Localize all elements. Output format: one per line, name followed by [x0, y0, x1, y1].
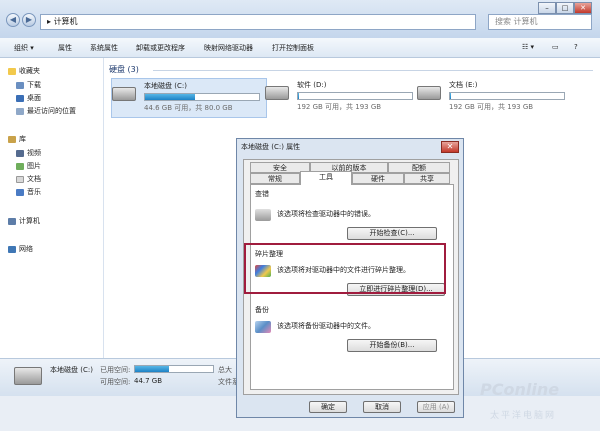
downloads-icon — [16, 82, 24, 89]
start-check-button[interactable]: 开始检查(C)... — [347, 227, 437, 240]
details-usage-bar — [134, 365, 214, 373]
dialog-close-button[interactable]: ✕ — [441, 141, 459, 153]
preview-pane-icon[interactable]: ▭ — [552, 43, 559, 51]
watermark-brand: PConline — [480, 380, 560, 399]
maximize-button[interactable]: □ — [556, 2, 574, 14]
tab-hardware[interactable]: 硬件 — [352, 173, 404, 184]
tab-quota[interactable]: 配额 — [388, 162, 450, 173]
sidebar-item-videos[interactable]: 视频 — [16, 148, 41, 159]
drive-name: 本地磁盘 (C:) — [144, 82, 187, 90]
star-icon — [8, 68, 16, 75]
backup-description: 该选项将备份驱动器中的文件。 — [277, 322, 375, 330]
documents-icon — [16, 176, 24, 183]
pictures-icon — [16, 163, 24, 170]
details-free-label: 可用空间: — [100, 378, 131, 386]
address-bar[interactable]: ▸ 计算机 — [40, 14, 476, 30]
hard-drive-icon — [265, 86, 289, 100]
drive-tile-c[interactable]: 本地磁盘 (C:) 44.6 GB 可用，共 80.0 GB — [111, 78, 267, 118]
sidebar-item-desktop[interactable]: 桌面 — [16, 93, 41, 104]
hard-drive-icon — [112, 87, 136, 101]
recent-places-icon — [16, 108, 24, 115]
cancel-button[interactable]: 取消 — [363, 401, 401, 413]
music-icon — [16, 189, 24, 196]
organize-menu[interactable]: 组织 ▾ — [14, 43, 34, 53]
watermark-sub: 太平洋电脑网 — [490, 411, 557, 421]
hard-drive-icon — [14, 367, 42, 385]
navigation-pane: 收藏夹 下载 桌面 最近访问的位置 库 视频 图片 文档 音乐 计算机 网络 — [0, 58, 104, 358]
start-backup-button[interactable]: 开始备份(B)... — [347, 339, 437, 352]
section-title-hard-drives: 硬盘 (3) — [109, 65, 139, 74]
sidebar-item-recent[interactable]: 最近访问的位置 — [16, 106, 76, 117]
back-button[interactable]: ◀ — [6, 13, 20, 27]
control-panel-button[interactable]: 打开控制面板 — [272, 43, 314, 53]
system-properties-button[interactable]: 系统属性 — [90, 43, 118, 53]
watermark-logo: PConline 太平洋电脑网 — [476, 378, 596, 428]
drive-info: 192 GB 可用，共 193 GB — [449, 103, 534, 111]
breadcrumb-computer[interactable]: 计算机 — [54, 17, 78, 26]
forward-button[interactable]: ▶ — [22, 13, 36, 27]
computer-icon — [8, 218, 16, 225]
drive-usage-fill — [145, 94, 196, 100]
backup-group-title: 备份 — [255, 306, 269, 314]
details-total-label: 总大 — [218, 366, 232, 374]
backup-icon — [255, 321, 271, 333]
properties-button[interactable]: 属性 — [58, 43, 72, 53]
highlight-box — [244, 243, 446, 294]
section-divider — [153, 70, 593, 71]
sidebar-item-library[interactable]: 库 — [8, 134, 26, 145]
library-icon — [8, 136, 16, 143]
drive-tile-e[interactable]: 文档 (E:) 192 GB 可用，共 193 GB — [417, 78, 573, 118]
video-icon — [16, 150, 24, 157]
drive-tile-d[interactable]: 软件 (D:) 192 GB 可用，共 193 GB — [265, 78, 421, 118]
map-drive-button[interactable]: 映射网络驱动器 — [204, 43, 253, 53]
tab-general[interactable]: 常规 — [250, 173, 300, 184]
drive-usage-bar — [144, 93, 260, 101]
sidebar-item-computer[interactable]: 计算机 — [8, 216, 40, 227]
tab-tools[interactable]: 工具 — [300, 171, 352, 185]
drive-usage-bar — [449, 92, 565, 100]
network-icon — [8, 246, 16, 253]
ok-button[interactable]: 确定 — [309, 401, 347, 413]
sidebar-item-favorites[interactable]: 收藏夹 — [8, 66, 40, 77]
view-options-icon[interactable]: ☷ ▾ — [522, 43, 534, 51]
breadcrumb-arrow: ▸ — [47, 17, 52, 26]
details-free-value: 44.7 GB — [134, 377, 163, 385]
dialog-title: 本地磁盘 (C:) 属性 — [241, 143, 301, 151]
details-usage-fill — [135, 366, 170, 372]
close-button[interactable]: ✕ — [574, 2, 592, 14]
details-drive-name: 本地磁盘 (C:) — [50, 366, 93, 374]
sidebar-item-downloads[interactable]: 下载 — [16, 80, 41, 91]
search-input[interactable]: 搜索 计算机 — [488, 14, 592, 30]
uninstall-button[interactable]: 卸载或更改程序 — [136, 43, 185, 53]
drive-info: 192 GB 可用，共 193 GB — [297, 103, 382, 111]
explorer-title-bar: ◀ ▶ ▸ 计算机 搜索 计算机 – □ ✕ — [0, 0, 600, 38]
tab-sharing[interactable]: 共享 — [404, 173, 450, 184]
sidebar-item-documents[interactable]: 文档 — [16, 174, 41, 185]
hard-drive-icon — [417, 86, 441, 100]
apply-button[interactable]: 应用 (A) — [417, 401, 455, 413]
drive-name: 软件 (D:) — [297, 81, 327, 89]
drive-usage-fill — [450, 93, 452, 99]
help-icon[interactable]: ? — [574, 43, 578, 51]
drive-usage-bar — [297, 92, 413, 100]
command-bar: 组织 ▾ 属性 系统属性 卸载或更改程序 映射网络驱动器 打开控制面板 ☷ ▾ … — [0, 38, 600, 58]
sidebar-item-music[interactable]: 音乐 — [16, 187, 41, 198]
drive-usage-fill — [298, 93, 300, 99]
desktop-icon — [16, 95, 24, 102]
drive-info: 44.6 GB 可用，共 80.0 GB — [144, 104, 233, 112]
minimize-button[interactable]: – — [538, 2, 556, 14]
sidebar-item-pictures[interactable]: 图片 — [16, 161, 41, 172]
details-used-label: 已用空间: — [100, 366, 131, 374]
sidebar-item-network[interactable]: 网络 — [8, 244, 33, 255]
drive-name: 文档 (E:) — [449, 81, 478, 89]
check-description: 该选项将检查驱动器中的错误。 — [277, 210, 375, 218]
check-disk-icon — [255, 209, 271, 221]
check-group-title: 查错 — [255, 190, 269, 198]
